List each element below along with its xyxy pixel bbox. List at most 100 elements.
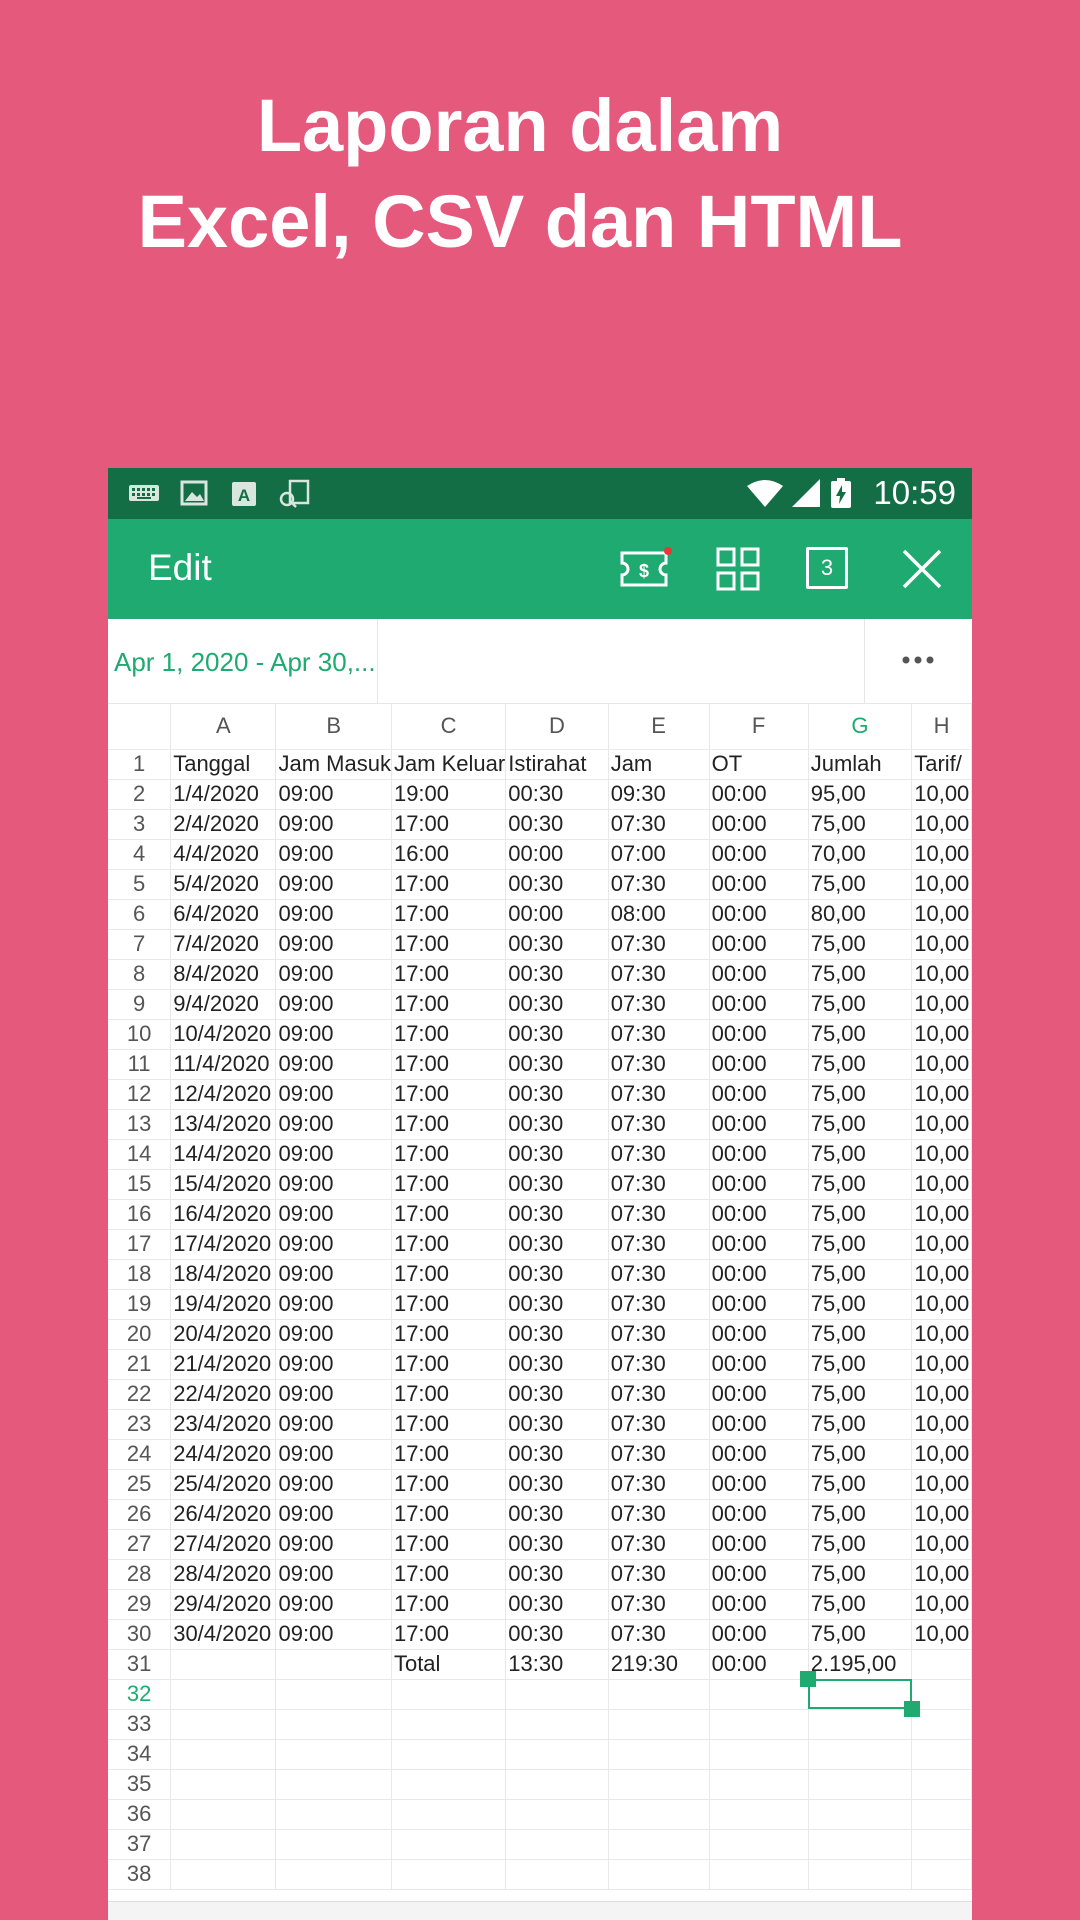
cell[interactable]: 07:30 xyxy=(608,1529,710,1560)
cell[interactable]: 07:30 xyxy=(608,1049,710,1080)
cell[interactable] xyxy=(275,1739,392,1770)
row-header[interactable]: 5 xyxy=(108,869,172,900)
row-header[interactable]: 36 xyxy=(108,1799,172,1830)
cell[interactable]: 10,00 xyxy=(911,929,972,960)
cell[interactable]: 09:00 xyxy=(275,1439,392,1470)
cell[interactable]: 00:00 xyxy=(709,929,809,960)
cell[interactable]: 09:00 xyxy=(275,1469,392,1500)
cell[interactable]: 00:00 xyxy=(709,1499,809,1530)
cell[interactable]: 09:00 xyxy=(275,959,392,990)
cell[interactable]: 09:00 xyxy=(275,839,392,870)
cell[interactable]: 17:00 xyxy=(391,989,507,1020)
cell[interactable]: 09:00 xyxy=(275,1229,392,1260)
row-header[interactable]: 26 xyxy=(108,1499,172,1530)
cell[interactable]: 70,00 xyxy=(808,839,913,870)
row-header[interactable]: 17 xyxy=(108,1229,172,1260)
row-header[interactable]: 1 xyxy=(108,749,172,780)
cell[interactable]: 00:30 xyxy=(505,1229,609,1260)
row-header[interactable]: 38 xyxy=(108,1859,172,1890)
column-header-c[interactable]: C xyxy=(391,704,507,750)
cell[interactable]: 07:30 xyxy=(608,1079,710,1110)
cell[interactable]: 07:30 xyxy=(608,1559,710,1590)
cell[interactable] xyxy=(709,1829,809,1860)
row-header[interactable]: 21 xyxy=(108,1349,172,1380)
cell[interactable]: 17:00 xyxy=(391,1199,507,1230)
cell[interactable]: 27/4/2020 xyxy=(170,1529,277,1560)
cell[interactable]: 75,00 xyxy=(808,1229,913,1260)
cell[interactable]: 00:00 xyxy=(709,1139,809,1170)
cell[interactable]: 00:00 xyxy=(709,1079,809,1110)
cell[interactable]: 09:00 xyxy=(275,1259,392,1290)
cell[interactable] xyxy=(170,1679,277,1710)
cell[interactable]: 00:30 xyxy=(505,1619,609,1650)
cell[interactable]: 07:30 xyxy=(608,1229,710,1260)
cell[interactable]: 15/4/2020 xyxy=(170,1169,277,1200)
row-header[interactable]: 2 xyxy=(108,779,172,810)
cell[interactable]: 00:00 xyxy=(709,869,809,900)
cell[interactable]: 00:30 xyxy=(505,1559,609,1590)
cell[interactable]: 00:00 xyxy=(709,899,809,930)
cell[interactable]: 09:00 xyxy=(275,1559,392,1590)
cell[interactable] xyxy=(608,1679,710,1710)
cell[interactable]: 75,00 xyxy=(808,1409,913,1440)
cell[interactable]: 00:30 xyxy=(505,1409,609,1440)
cell[interactable] xyxy=(275,1769,392,1800)
cell[interactable]: 17:00 xyxy=(391,869,507,900)
cell[interactable]: 10,00 xyxy=(911,1139,972,1170)
cell[interactable]: 07:30 xyxy=(608,1319,710,1350)
row-header[interactable]: 23 xyxy=(108,1409,172,1440)
row-header[interactable]: 10 xyxy=(108,1019,172,1050)
row-header[interactable]: 27 xyxy=(108,1529,172,1560)
cell[interactable]: 00:30 xyxy=(505,1139,609,1170)
cell[interactable] xyxy=(808,1739,913,1770)
cell[interactable]: 00:30 xyxy=(505,1439,609,1470)
cell[interactable]: 17:00 xyxy=(391,929,507,960)
cell[interactable]: 07:30 xyxy=(608,959,710,990)
cell[interactable]: 10,00 xyxy=(911,989,972,1020)
cell[interactable]: 75,00 xyxy=(808,1169,913,1200)
cell[interactable]: Istirahat xyxy=(505,749,609,780)
cell[interactable]: 00:00 xyxy=(709,1379,809,1410)
cell[interactable]: 75,00 xyxy=(808,1139,913,1170)
date-range-selector[interactable]: Apr 1, 2020 - Apr 30,... xyxy=(114,647,374,678)
cell[interactable]: 10,00 xyxy=(911,1439,972,1470)
cell[interactable]: 75,00 xyxy=(808,1049,913,1080)
cell[interactable]: 09:00 xyxy=(275,1019,392,1050)
cell[interactable]: 22/4/2020 xyxy=(170,1379,277,1410)
cell[interactable]: 75,00 xyxy=(808,1079,913,1110)
cell[interactable]: 00:30 xyxy=(505,1109,609,1140)
cell[interactable]: 00:30 xyxy=(505,1199,609,1230)
spreadsheet[interactable]: ABCDEFGH 1 Tanggal Jam Masuk Jam Keluar Isti… xyxy=(108,704,972,1920)
cell[interactable]: 19:00 xyxy=(391,779,507,810)
cell[interactable]: 10,00 xyxy=(911,1589,972,1620)
cell[interactable]: 09:00 xyxy=(275,1289,392,1320)
cell[interactable] xyxy=(170,1649,277,1680)
cell[interactable] xyxy=(505,1769,609,1800)
cell[interactable] xyxy=(170,1829,277,1860)
cell[interactable]: 09:00 xyxy=(275,1619,392,1650)
cell[interactable]: 75,00 xyxy=(808,1589,913,1620)
cell[interactable]: 09:00 xyxy=(275,1139,392,1170)
cell[interactable]: 75,00 xyxy=(808,1259,913,1290)
cell[interactable] xyxy=(911,1859,972,1890)
cell[interactable]: 00:00 xyxy=(709,1289,809,1320)
cell[interactable]: 17:00 xyxy=(391,1229,507,1260)
cell[interactable]: 00:00 xyxy=(709,1199,809,1230)
cell[interactable]: Tanggal xyxy=(170,749,277,780)
column-header-e[interactable]: E xyxy=(608,704,710,750)
cell[interactable]: 00:00 xyxy=(709,809,809,840)
cell[interactable]: 07:30 xyxy=(608,929,710,960)
cell[interactable]: 00:30 xyxy=(505,1349,609,1380)
cell[interactable]: Jam Masuk xyxy=(275,749,392,780)
cell[interactable] xyxy=(170,1709,277,1740)
cell[interactable]: 18/4/2020 xyxy=(170,1259,277,1290)
cell[interactable]: 17:00 xyxy=(391,899,507,930)
cell[interactable]: 00:00 xyxy=(709,1109,809,1140)
row-header[interactable]: 8 xyxy=(108,959,172,990)
cell[interactable]: 13/4/2020 xyxy=(170,1109,277,1140)
row-header[interactable]: 3 xyxy=(108,809,172,840)
cell[interactable]: 00:00 xyxy=(709,1619,809,1650)
cell[interactable]: 5/4/2020 xyxy=(170,869,277,900)
cell[interactable] xyxy=(608,1829,710,1860)
cell[interactable]: 25/4/2020 xyxy=(170,1469,277,1500)
